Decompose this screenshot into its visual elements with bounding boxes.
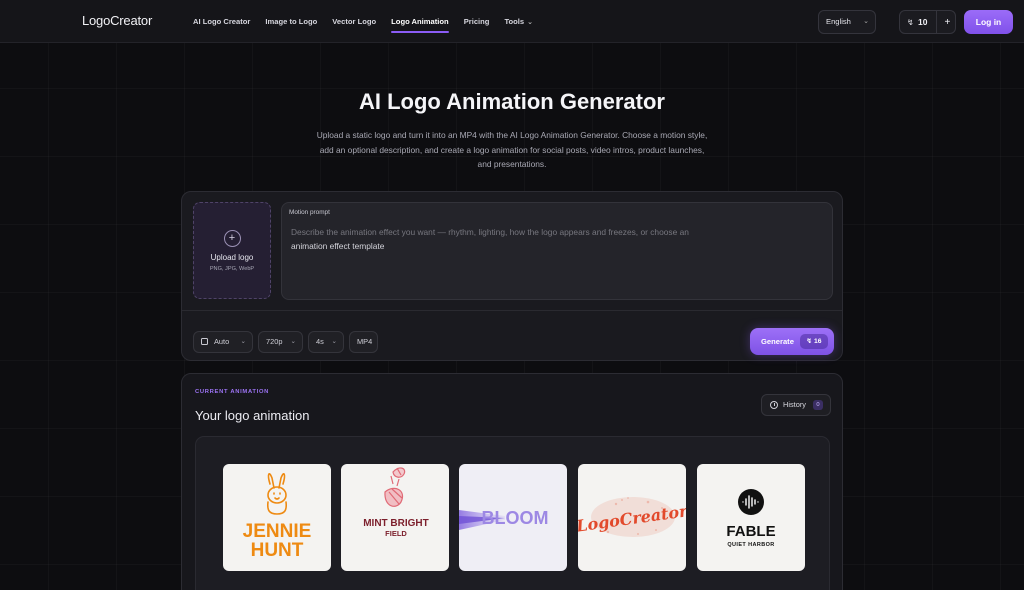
generate-button[interactable]: Generate ↯ 16: [750, 328, 834, 355]
nav-link-logo-animation[interactable]: Logo Animation: [391, 0, 449, 43]
rabbit-icon: JENNIE HUNT: [243, 472, 312, 561]
format-badge[interactable]: MP4: [349, 331, 378, 353]
language-label: English: [826, 17, 851, 26]
aspect-ratio-icon: [201, 338, 208, 345]
current-animation-card: CURRENT ANIMATION Your logo animation Hi…: [181, 373, 843, 590]
aspect-ratio-value: Auto: [214, 337, 230, 346]
chevron-down-icon: ⌄: [527, 19, 533, 26]
page-subtitle: Upload a static logo and turn it into an…: [286, 128, 738, 172]
nav-link-ai-logo-creator[interactable]: AI Logo Creator: [193, 0, 250, 43]
credits-widget: ↯ 10 +: [899, 10, 956, 34]
history-label: History: [783, 400, 806, 409]
duration-value: 4s: [316, 337, 324, 346]
subtitle-line: and presentations.: [477, 159, 547, 169]
resolution-value: 720p: [266, 337, 283, 346]
language-select[interactable]: English ⌄: [818, 10, 876, 34]
sample-line1: JENNIE: [243, 521, 312, 542]
nav-link-vector-logo[interactable]: Vector Logo: [332, 0, 376, 43]
credits-count: 10: [918, 17, 928, 27]
sample-line2: HUNT: [251, 540, 304, 561]
sample-tile-mint-bright[interactable]: MINT BRIGHT FIELD: [341, 464, 449, 571]
chevron-down-icon: ⌄: [290, 338, 296, 345]
nav-links: AI Logo Creator Image to Logo Vector Log…: [193, 0, 548, 43]
sample-line2: FIELD: [385, 529, 407, 538]
nav-link-image-to-logo[interactable]: Image to Logo: [265, 0, 317, 43]
generator-card: + Upload logo PNG, JPG, WebP Motion prom…: [181, 191, 843, 361]
motion-prompt-label: Motion prompt: [289, 209, 330, 216]
generate-cost: 16: [814, 338, 822, 345]
credits-divider: [936, 10, 938, 34]
top-nav: LogoCreator AI Logo Creator Image to Log…: [0, 0, 1024, 43]
generate-cost-badge: ↯ 16: [800, 334, 828, 349]
sample-line1: MINT BRIGHT: [363, 518, 429, 529]
resolution-select[interactable]: 720p ⌄: [258, 331, 303, 353]
duration-select[interactable]: 4s ⌄: [308, 331, 344, 353]
aspect-ratio-select[interactable]: Auto ⌄: [193, 331, 253, 353]
nav-link-pricing[interactable]: Pricing: [464, 0, 490, 43]
sample-line1: FABLE: [726, 523, 775, 540]
script-wordmark: LogoCreator: [578, 497, 686, 537]
sample-tile-logocreator[interactable]: LogoCreator: [578, 464, 686, 571]
login-button[interactable]: Log in: [964, 10, 1013, 34]
placeholder-line: animation effect template: [291, 241, 385, 251]
sample-line2: QUIET HARBOR: [727, 542, 774, 548]
add-credits-button[interactable]: +: [944, 17, 950, 28]
history-icon: [770, 401, 778, 409]
history-button[interactable]: History 0: [761, 394, 831, 416]
site-logo[interactable]: LogoCreator: [82, 13, 152, 28]
waveform-icon: FABLE QUIET HARBOR: [726, 489, 776, 548]
upload-label: Upload logo: [210, 253, 254, 262]
sample-tile-bloom[interactable]: BLOOM: [459, 464, 567, 571]
leaf-icon: MINT BRIGHT FIELD: [363, 467, 429, 538]
motion-prompt-placeholder: Describe the animation effect you want —…: [291, 225, 761, 253]
placeholder-line: Describe the animation effect you want —…: [291, 227, 689, 237]
page-title: AI Logo Animation Generator: [359, 89, 665, 114]
sample-tile-fable[interactable]: FABLE QUIET HARBOR: [697, 464, 805, 571]
subtitle-line: add an optional description, and create …: [319, 144, 705, 155]
history-count-badge: 0: [813, 400, 823, 410]
nav-link-tools[interactable]: Tools ⌄: [504, 0, 533, 43]
generate-label: Generate: [761, 337, 794, 346]
nav-link-tools-label: Tools: [504, 17, 525, 26]
format-value: MP4: [357, 337, 373, 346]
upload-formats: PNG, JPG, WebP: [209, 266, 255, 272]
chevron-down-icon: ⌄: [863, 18, 869, 25]
section-title: Your logo animation: [195, 408, 310, 423]
motion-prompt-input[interactable]: Motion prompt Describe the animation eff…: [281, 202, 833, 300]
chevron-down-icon: ⌄: [331, 338, 337, 345]
divider: [182, 310, 842, 311]
chevron-down-icon: ⌄: [240, 338, 246, 345]
sample-gallery: JENNIE HUNT MINT BRIGHT FIELD BLOOM Logo…: [195, 436, 830, 590]
section-eyebrow: CURRENT ANIMATION: [195, 389, 270, 395]
subtitle-line: Upload a static logo and turn it into an…: [316, 130, 708, 140]
sample-tile-jennie-hunt[interactable]: JENNIE HUNT: [223, 464, 331, 571]
bolt-icon: ↯: [806, 338, 813, 345]
upload-logo-dropzone[interactable]: + Upload logo PNG, JPG, WebP: [193, 202, 271, 299]
bolt-icon: ↯: [907, 17, 914, 27]
plus-icon: +: [223, 230, 241, 247]
bloom-swirl: BLOOM: [459, 508, 549, 530]
sample-line1: BLOOM: [482, 508, 549, 528]
